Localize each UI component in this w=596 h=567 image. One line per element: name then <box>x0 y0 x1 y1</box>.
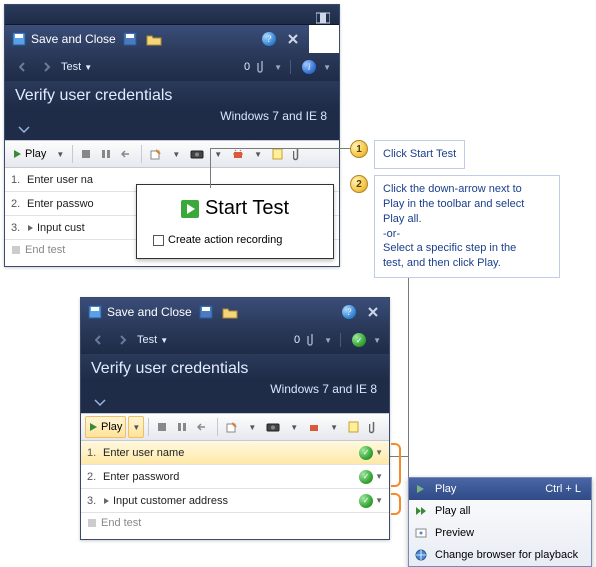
capture-icon[interactable] <box>186 143 208 165</box>
bug-dropdown-caret[interactable]: ▼ <box>250 143 266 165</box>
play-icon <box>413 481 429 497</box>
end-test-row: End test <box>81 513 389 539</box>
play-dropdown-caret[interactable]: ▼ <box>52 143 68 165</box>
start-test-button[interactable]: Start Test <box>153 197 317 220</box>
help-icon[interactable]: ? <box>259 29 279 49</box>
undo-icon[interactable] <box>193 416 213 438</box>
pause-icon[interactable] <box>97 143 115 165</box>
callout-badge-2: 2 <box>350 175 368 193</box>
browser-icon <box>413 547 429 563</box>
expand-icon[interactable] <box>103 497 111 505</box>
panel-toggle-icon[interactable] <box>313 8 333 28</box>
undo-icon[interactable] <box>117 143 137 165</box>
play-all-icon <box>413 503 429 519</box>
test-dropdown[interactable]: Test ▼ <box>137 334 168 346</box>
test-title: Verify user credentials <box>91 360 379 378</box>
callout-text-2: Click the down-arrow next to Play in the… <box>374 175 560 278</box>
play-button[interactable]: Play <box>9 143 50 165</box>
test-nav-bar: Test ▼ 0 ▼ ✓ ▼ <box>81 326 389 354</box>
bug-dropdown-caret[interactable]: ▼ <box>326 416 342 438</box>
capture-dropdown-caret[interactable]: ▼ <box>286 416 302 438</box>
help-icon[interactable]: ? <box>339 302 359 322</box>
close-icon[interactable] <box>283 29 303 49</box>
save-close-icon <box>11 31 27 47</box>
attach-icon[interactable] <box>365 416 382 438</box>
environment-bar[interactable]: Windows 7 and IE 8 <box>81 380 389 413</box>
status-icon[interactable]: ✓ <box>349 330 369 350</box>
next-icon[interactable] <box>37 57 57 77</box>
next-icon[interactable] <box>113 330 133 350</box>
play-menu: Play Ctrl + L Play all Preview Change br… <box>408 477 592 567</box>
test-title-block: Verify user credentials <box>81 354 389 380</box>
menu-item-play[interactable]: Play Ctrl + L <box>409 478 591 500</box>
open-folder-icon[interactable] <box>144 29 164 49</box>
pause-icon[interactable] <box>173 416 191 438</box>
create-action-recording-checkbox[interactable]: Create action recording <box>153 234 317 246</box>
menu-item-preview[interactable]: Preview <box>409 522 591 544</box>
test-toolbar: Play ▼ ▼ ▼ ▼ <box>5 140 339 168</box>
test-dropdown[interactable]: Test ▼ <box>61 61 92 73</box>
callout-text-1: Click Start Test <box>374 140 465 169</box>
open-folder-icon[interactable] <box>220 302 240 322</box>
edit-dropdown-caret[interactable]: ▼ <box>168 143 184 165</box>
note-icon[interactable] <box>268 143 287 165</box>
save-icon[interactable] <box>120 29 140 49</box>
preview-icon <box>413 525 429 541</box>
title-bar: Save and Close ? <box>5 25 309 53</box>
close-icon[interactable] <box>363 302 383 322</box>
step-pass-icon[interactable]: ✓ <box>359 470 373 484</box>
stop-icon[interactable] <box>77 143 95 165</box>
prev-icon[interactable] <box>13 57 33 77</box>
menu-item-change-browser[interactable]: Change browser for playback <box>409 544 591 566</box>
top-nav-bar <box>5 5 339 25</box>
edit-step-icon[interactable] <box>146 143 166 165</box>
test-step-row[interactable]: 3. Input customer address ✓▼ <box>81 489 389 513</box>
expand-icon[interactable] <box>27 224 35 232</box>
test-step-row[interactable]: 2. Enter password ✓▼ <box>81 465 389 489</box>
edit-step-icon[interactable] <box>222 416 242 438</box>
step-group-brace <box>391 493 401 515</box>
step-pass-icon[interactable]: ✓ <box>359 494 373 508</box>
step-pass-icon[interactable]: ✓ <box>359 446 373 460</box>
bug-icon[interactable] <box>304 416 324 438</box>
stop-icon[interactable] <box>153 416 171 438</box>
test-title-block: Verify user credentials <box>5 81 339 107</box>
attachment-icon[interactable] <box>304 332 320 348</box>
save-close-icon <box>87 304 103 320</box>
edit-dropdown-caret[interactable]: ▼ <box>244 416 260 438</box>
capture-icon[interactable] <box>262 416 284 438</box>
step-group-brace <box>391 443 401 487</box>
attach-icon[interactable] <box>289 143 306 165</box>
test-toolbar: Play ▼ ▼ ▼ ▼ <box>81 413 389 441</box>
step-counter: 0 <box>244 61 250 73</box>
play-dropdown-caret[interactable]: ▼ <box>128 416 144 438</box>
bug-icon[interactable] <box>228 143 248 165</box>
play-button[interactable]: Play <box>85 416 126 438</box>
step-counter: 0 <box>294 334 300 346</box>
environment-bar[interactable]: Windows 7 and IE 8 <box>5 107 339 140</box>
capture-dropdown-caret[interactable]: ▼ <box>210 143 226 165</box>
test-title: Verify user credentials <box>15 87 329 105</box>
menu-item-play-all[interactable]: Play all <box>409 500 591 522</box>
callout-badge-1: 1 <box>350 140 368 158</box>
save-close-button[interactable]: Save and Close <box>107 305 192 319</box>
test-step-row[interactable]: 1. Enter user name ✓▼ <box>81 441 389 465</box>
title-bar: Save and Close ? <box>81 298 389 326</box>
note-icon[interactable] <box>344 416 363 438</box>
save-icon[interactable] <box>196 302 216 322</box>
test-nav-bar: Test ▼ 0 ▼ i ▼ <box>5 53 339 81</box>
attachment-icon[interactable] <box>254 59 270 75</box>
save-close-button[interactable]: Save and Close <box>31 32 116 46</box>
info-icon[interactable]: i <box>299 57 319 77</box>
prev-icon[interactable] <box>89 330 109 350</box>
